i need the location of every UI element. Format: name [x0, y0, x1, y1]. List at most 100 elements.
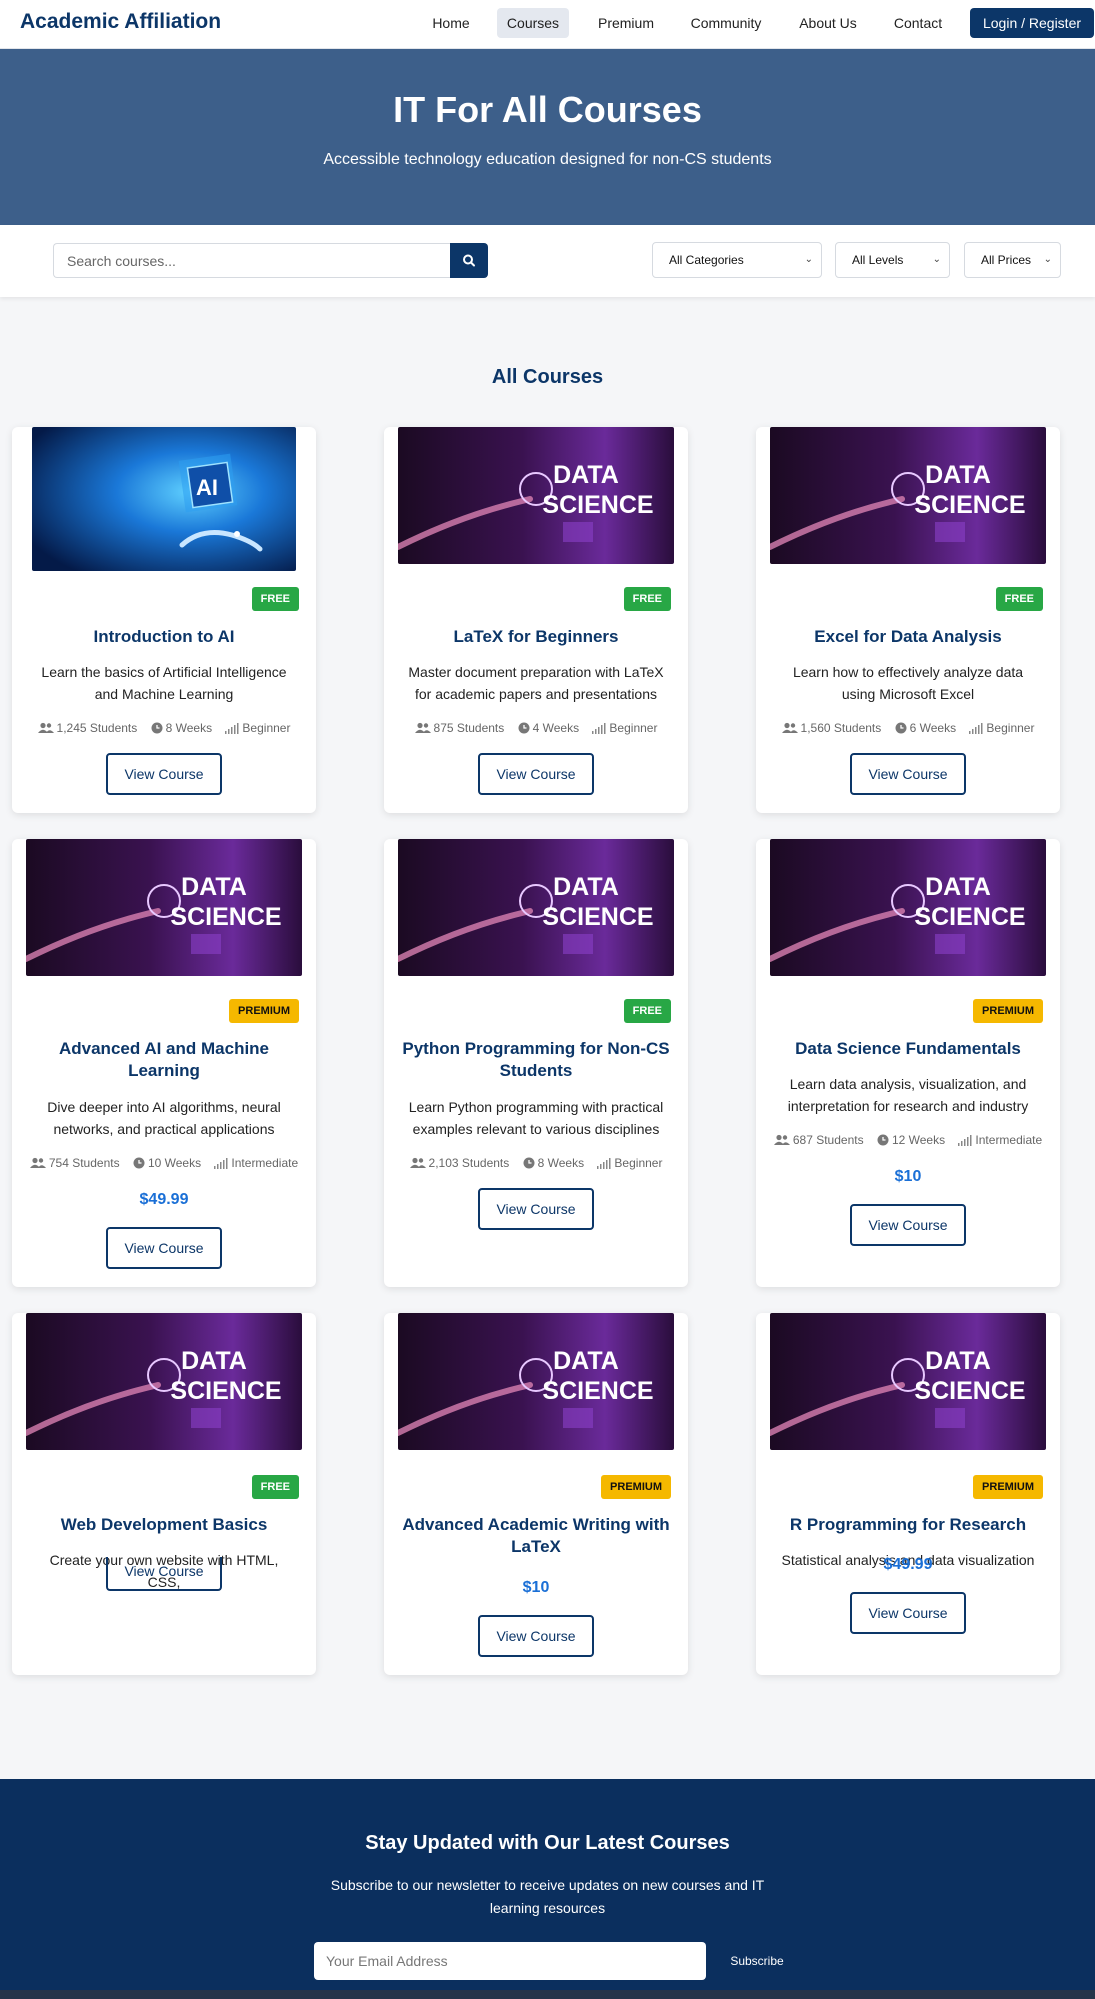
- search-input[interactable]: [53, 243, 450, 278]
- course-card: DATA SCIENCE FREE Excel for Data Analysi…: [756, 427, 1060, 813]
- course-price: $10: [522, 1579, 550, 1596]
- signal-bars-icon: [969, 723, 983, 734]
- search-button[interactable]: [450, 243, 488, 278]
- course-price: $49.99: [883, 1556, 933, 1573]
- view-course-button[interactable]: View Course: [106, 753, 222, 795]
- chevron-down-icon: ⌄: [932, 254, 941, 265]
- student-count: 754 Students: [48, 1156, 120, 1170]
- users-icon: [414, 722, 431, 733]
- free-badge: FREE: [623, 999, 671, 1023]
- course-price: $10: [894, 1168, 922, 1185]
- course-thumbnail-data-science: DATA SCIENCE: [770, 427, 1046, 564]
- course-thumbnail-data-science: DATA SCIENCE: [770, 839, 1046, 976]
- clock-icon: [895, 722, 907, 734]
- premium-badge: PREMIUM: [973, 999, 1043, 1023]
- duration: 4 Weeks: [532, 721, 580, 735]
- newsletter-text: Subscribe to our newsletter to receive u…: [330, 1877, 765, 1916]
- course-description: Learn Python programming with practical …: [408, 1099, 664, 1137]
- course-thumbnail-data-science: DATA SCIENCE: [26, 839, 302, 976]
- signal-bars-icon: [597, 1158, 611, 1169]
- subscribe-button[interactable]: Subscribe: [714, 1942, 800, 1980]
- hero-subtitle: Accessible technology education designed…: [323, 151, 772, 168]
- clock-icon: [518, 722, 530, 734]
- course-card: DATA SCIENCE PREMIUM Advanced AI and Mac…: [12, 839, 316, 1287]
- course-thumbnail-ai: AI: [32, 427, 296, 571]
- course-card: DATA SCIENCE PREMIUM Advanced Academic W…: [384, 1313, 688, 1675]
- price-select[interactable]: All Prices ⌄: [964, 242, 1061, 278]
- course-thumbnail-data-science: DATA SCIENCE: [398, 1313, 674, 1450]
- top-navbar: Academic Affiliation Home Courses Premiu…: [0, 0, 1095, 49]
- svg-text:SCIENCE: SCIENCE: [914, 903, 1025, 931]
- category-select[interactable]: All Categories ⌄: [652, 242, 822, 278]
- email-input[interactable]: [314, 1942, 706, 1980]
- nav-community[interactable]: Community: [683, 8, 769, 38]
- nav-home[interactable]: Home: [424, 8, 478, 38]
- clock-icon: [523, 1157, 535, 1169]
- svg-text:SCIENCE: SCIENCE: [170, 903, 281, 931]
- free-badge: FREE: [251, 1475, 299, 1499]
- level-select[interactable]: All Levels ⌄: [835, 242, 950, 278]
- newsletter-section: Stay Updated with Our Latest Courses Sub…: [0, 1779, 1095, 1999]
- course-meta: 754 Students 10 Weeks Intermediate: [12, 1156, 316, 1170]
- course-thumbnail-data-science: DATA SCIENCE: [26, 1313, 302, 1450]
- level: Beginner: [242, 721, 291, 735]
- level: Beginner: [986, 721, 1035, 735]
- svg-text:DATA: DATA: [925, 461, 991, 489]
- nav-premium[interactable]: Premium: [588, 8, 664, 38]
- chevron-down-icon: ⌄: [804, 254, 813, 265]
- level: Beginner: [614, 1156, 663, 1170]
- course-meta: 2,103 Students 8 Weeks Beginner: [384, 1156, 688, 1170]
- course-title: Excel for Data Analysis: [814, 627, 1002, 646]
- hero-title: IT For All Courses: [393, 89, 702, 130]
- nav-about-us[interactable]: About Us: [790, 8, 866, 38]
- course-title: Introduction to AI: [93, 627, 235, 646]
- course-card: DATA SCIENCE PREMIUM Data Science Fundam…: [756, 839, 1060, 1287]
- course-card: DATA SCIENCE FREE LaTeX for Beginners Ma…: [384, 427, 688, 813]
- svg-text:DATA: DATA: [925, 1347, 991, 1375]
- svg-text:DATA: DATA: [553, 873, 619, 901]
- signal-bars-icon: [225, 723, 239, 734]
- svg-text:DATA: DATA: [181, 873, 247, 901]
- level: Beginner: [609, 721, 658, 735]
- nav-contact[interactable]: Contact: [887, 8, 949, 38]
- signal-bars-icon: [592, 723, 606, 734]
- duration: 8 Weeks: [537, 1156, 585, 1170]
- course-description: Master document preparation with LaTeX f…: [408, 664, 664, 702]
- view-course-button[interactable]: View Course: [106, 1227, 222, 1269]
- hero-banner: IT For All Courses Accessible technology…: [0, 49, 1095, 225]
- view-course-button[interactable]: View Course: [478, 1615, 594, 1657]
- student-count: 875 Students: [433, 721, 505, 735]
- course-meta: 1,560 Students 6 Weeks Beginner: [756, 721, 1060, 735]
- course-meta: 875 Students 4 Weeks Beginner: [384, 721, 688, 735]
- signal-bars-icon: [958, 1135, 972, 1146]
- course-title: Python Programming for Non-CS Students: [402, 1039, 670, 1080]
- free-badge: FREE: [623, 587, 671, 611]
- users-icon: [773, 1134, 790, 1145]
- users-icon: [781, 722, 798, 733]
- view-course-button[interactable]: View Course: [850, 753, 966, 795]
- svg-text:SCIENCE: SCIENCE: [914, 1377, 1025, 1405]
- view-course-button[interactable]: View Course: [478, 753, 594, 795]
- level: Intermediate: [231, 1156, 299, 1170]
- student-count: 687 Students: [792, 1133, 864, 1147]
- view-course-button[interactable]: View Course: [478, 1188, 594, 1230]
- footer-strip: [0, 1990, 1095, 1999]
- svg-text:DATA: DATA: [553, 461, 619, 489]
- view-course-button[interactable]: View Course: [850, 1592, 966, 1634]
- svg-text:SCIENCE: SCIENCE: [170, 1377, 281, 1405]
- level-select-value: All Levels: [852, 253, 904, 267]
- course-title: Advanced Academic Writing with LaTeX: [402, 1515, 670, 1556]
- view-course-button[interactable]: View Course: [850, 1204, 966, 1246]
- nav-courses[interactable]: Courses: [497, 8, 569, 38]
- course-description: Dive deeper into AI algorithms, neural n…: [47, 1099, 281, 1137]
- view-course-button[interactable]: View Course: [106, 1557, 222, 1591]
- student-count: 1,560 Students: [800, 721, 882, 735]
- svg-text:DATA: DATA: [553, 1347, 619, 1375]
- svg-text:SCIENCE: SCIENCE: [542, 1377, 653, 1405]
- course-card: DATA SCIENCE PREMIUM R Programming for R…: [756, 1313, 1060, 1675]
- brand-logo[interactable]: Academic Affiliation: [20, 10, 221, 34]
- login-register-button[interactable]: Login / Register: [970, 8, 1094, 38]
- search-icon: [463, 254, 475, 267]
- price-select-value: All Prices: [981, 253, 1032, 267]
- svg-text:SCIENCE: SCIENCE: [914, 491, 1025, 519]
